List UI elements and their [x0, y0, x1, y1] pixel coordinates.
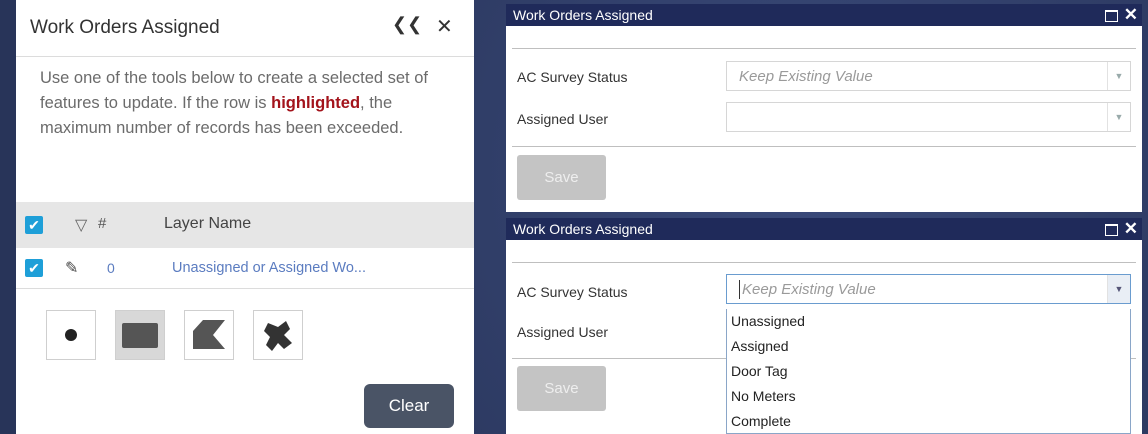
point-icon	[65, 329, 77, 341]
polygon-icon	[193, 320, 225, 349]
close-icon[interactable]: ✕	[1124, 4, 1138, 26]
work-orders-panel: Work Orders Assigned ❮❮ ✕ Use one of the…	[16, 0, 474, 434]
maximize-icon[interactable]	[1105, 224, 1118, 236]
edit-dialog-top: Work Orders Assigned ✕ AC Survey Status …	[506, 4, 1142, 212]
dialog-title: Work Orders Assigned	[513, 221, 653, 237]
ac-survey-status-select[interactable]: Keep Existing Value ▼	[726, 61, 1131, 91]
assigned-user-label: Assigned User	[517, 111, 609, 127]
row-count: 0	[107, 260, 115, 276]
layer-table-header: ✔ ▽ # Layer Name	[16, 202, 474, 248]
highlighted-word: highlighted	[271, 94, 361, 112]
row-layer-name[interactable]: Unassigned or Assigned Wo...	[172, 260, 366, 276]
dropdown-option-door-tag[interactable]: Door Tag	[727, 359, 1130, 384]
dropdown-option-assigned[interactable]: Assigned	[727, 334, 1130, 359]
dropdown-option-no-meters[interactable]: No Meters	[727, 384, 1130, 409]
select-all-checkbox[interactable]: ✔	[25, 216, 43, 234]
divider	[512, 48, 1136, 49]
row-checkbox[interactable]: ✔	[25, 259, 43, 277]
chevron-down-icon[interactable]: ▼	[1107, 62, 1130, 90]
panel-description: Use one of the tools below to create a s…	[40, 69, 428, 137]
divider	[512, 262, 1136, 263]
save-button[interactable]: Save	[517, 155, 606, 200]
select-placeholder: Keep Existing Value	[742, 281, 876, 298]
table-row[interactable]: ✔ ✎ 0 Unassigned or Assigned Wo...	[16, 248, 474, 289]
rectangle-tool-button[interactable]	[115, 310, 165, 360]
select-placeholder: Keep Existing Value	[739, 68, 873, 85]
dropdown-option-complete[interactable]: Complete	[727, 409, 1130, 434]
rectangle-icon	[122, 323, 158, 348]
close-icon[interactable]: ✕	[436, 14, 453, 39]
ac-survey-status-dropdown: Unassigned Assigned Door Tag No Meters C…	[726, 309, 1131, 434]
filter-icon: ▽	[75, 217, 88, 234]
dialog-title: Work Orders Assigned	[513, 7, 653, 23]
chevron-down-icon[interactable]: ▼	[1107, 275, 1130, 303]
dropdown-option-unassigned[interactable]: Unassigned	[727, 309, 1130, 334]
pencil-icon[interactable]: ✎	[65, 258, 78, 278]
maximize-icon[interactable]	[1105, 10, 1118, 22]
layer-name-column-header: Layer Name	[164, 215, 252, 232]
collapse-icon[interactable]: ❮❮	[392, 14, 422, 35]
freehand-tool-button[interactable]	[253, 310, 303, 360]
assigned-user-label: Assigned User	[517, 324, 609, 340]
ac-survey-status-label: AC Survey Status	[517, 284, 628, 300]
dialog-titlebar: Work Orders Assigned ✕	[506, 218, 1142, 240]
close-icon[interactable]: ✕	[1124, 218, 1138, 240]
count-column-header: #	[98, 215, 107, 232]
text-caret	[739, 280, 740, 299]
freehand-polygon-icon	[264, 321, 292, 351]
chevron-down-icon[interactable]: ▼	[1107, 103, 1130, 131]
dialog-titlebar: Work Orders Assigned ✕	[506, 4, 1142, 26]
save-button[interactable]: Save	[517, 366, 606, 411]
ac-survey-status-select[interactable]: Keep Existing Value ▼	[726, 274, 1131, 304]
polygon-tool-button[interactable]	[184, 310, 234, 360]
clear-button[interactable]: Clear	[364, 384, 454, 428]
divider	[512, 146, 1136, 147]
panel-title: Work Orders Assigned	[30, 17, 220, 38]
ac-survey-status-label: AC Survey Status	[517, 69, 628, 85]
assigned-user-select[interactable]: ▼	[726, 102, 1131, 132]
panel-header: Work Orders Assigned ❮❮ ✕	[16, 0, 474, 57]
point-tool-button[interactable]	[46, 310, 96, 360]
